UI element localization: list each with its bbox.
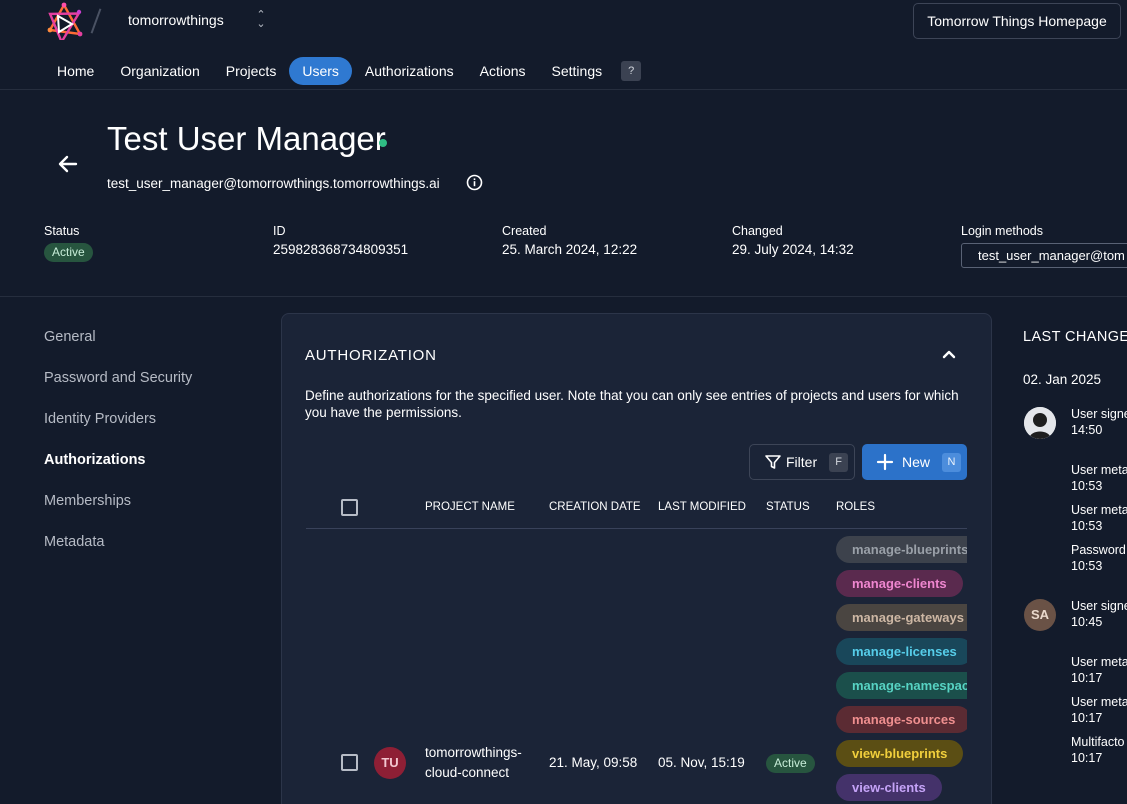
filter-button[interactable]: Filter F [749,444,855,480]
sidebar-item-general[interactable]: General [44,329,96,345]
login-method-chip[interactable]: test_user_manager@tom [961,243,1127,268]
new-button-label: New [902,454,931,470]
id-value: 259828368734809351 [273,242,409,257]
last-changes-date: 02. Jan 2025 [1023,372,1102,387]
tab-home[interactable]: Home [45,57,107,85]
role-chip: manage-sources [836,706,967,733]
column-header-project-name[interactable]: PROJECT NAME [425,501,515,513]
breadcrumb-divider [90,8,102,34]
change-event-text: User metad [1071,463,1127,477]
org-name[interactable]: tomorrowthings [128,12,224,28]
changed-value: 29. July 2024, 14:32 [732,242,854,257]
new-authorization-button[interactable]: New N [862,444,967,480]
last-changes-title: LAST CHANGES [1023,329,1127,345]
tab-actions[interactable]: Actions [467,57,539,85]
homepage-button[interactable]: Tomorrow Things Homepage [913,3,1121,39]
sidebar-item-identity-providers[interactable]: Identity Providers [44,411,156,427]
change-event-text: User signed [1071,407,1127,421]
project-name-line1[interactable]: tomorrowthings- [425,745,522,760]
role-chip: manage-licenses [836,638,967,665]
created-value: 25. March 2024, 12:22 [502,242,638,257]
roles-list: manage-blueprints manage-clients manage-… [836,520,967,804]
page-title: Test User Manager [107,120,386,157]
user-email: test_user_manager@tomorrowthings.tomorro… [107,176,440,191]
change-event-time: 10:45 [1071,615,1103,629]
header-divider [0,296,1127,297]
project-name-line2[interactable]: cloud-connect [425,765,509,780]
filter-shortcut-key: F [829,452,849,472]
role-chip: manage-namespaces [836,672,967,699]
avatar: SA [1024,599,1056,631]
zitadel-logo-icon[interactable] [44,2,84,40]
main-nav: Home Organization Projects Users Authori… [45,57,642,85]
user-photo-icon [1024,407,1056,439]
role-chip: manage-gateways [836,604,967,631]
column-header-roles[interactable]: ROLES [836,501,875,513]
change-event-text: User metad [1071,695,1127,709]
row-checkbox[interactable] [341,754,358,771]
sidebar-item-password-security[interactable]: Password and Security [44,370,192,386]
sidebar-item-memberships[interactable]: Memberships [44,493,131,509]
change-event-time: 14:50 [1071,423,1103,437]
card-title: AUTHORIZATION [305,347,437,364]
row-status-badge: Active [766,754,815,773]
change-event-time: 10:53 [1071,519,1103,533]
role-chip: manage-blueprints [836,536,967,563]
change-event-text: User metad [1071,503,1127,517]
change-event-text: User signed [1071,599,1127,613]
changed-label: Changed [732,224,783,238]
change-event-text: User metad [1071,655,1127,669]
chevron-up-icon[interactable] [941,346,957,362]
plus-icon [876,453,894,471]
sidebar-item-authorizations[interactable]: Authorizations [44,452,146,468]
filter-button-label: Filter [786,454,818,470]
role-chip: view-clients [836,774,942,801]
role-chip: view-blueprints [836,740,964,767]
project-avatar: TU [374,747,406,779]
select-all-checkbox[interactable] [341,499,358,516]
change-event-text: Password [1071,543,1126,557]
last-modified-cell: 05. Nov, 15:19 [658,755,745,770]
nav-divider [0,89,1127,90]
change-event-time: 10:53 [1071,559,1103,573]
column-header-creation-date[interactable]: CREATION DATE [549,501,641,513]
back-arrow-icon[interactable] [57,153,79,175]
new-shortcut-key: N [942,452,962,472]
change-event-time: 10:17 [1071,751,1103,765]
help-button[interactable]: ? [621,61,642,81]
login-methods-label: Login methods [961,224,1044,238]
online-status-dot [379,139,387,147]
tab-organization[interactable]: Organization [107,57,212,85]
change-event-time: 10:17 [1071,671,1103,685]
tab-authorizations[interactable]: Authorizations [352,57,467,85]
change-event-time: 10:53 [1071,479,1103,493]
column-header-last-modified[interactable]: LAST MODIFIED [658,501,746,513]
tab-users[interactable]: Users [289,57,352,85]
id-label: ID [273,224,286,238]
info-icon[interactable] [466,174,483,191]
filter-icon [765,455,781,469]
role-chip: manage-clients [836,570,963,597]
column-header-status[interactable]: STATUS [766,501,810,513]
tab-projects[interactable]: Projects [213,57,290,85]
org-switcher-chevron-icon[interactable]: ⌃ ⌄ [254,10,268,31]
status-badge: Active [44,243,93,262]
tab-settings[interactable]: Settings [539,57,616,85]
card-description: Define authorizations for the specified … [305,388,959,420]
sidebar-item-metadata[interactable]: Metadata [44,534,104,550]
change-event-text: Multifacto [1071,735,1125,749]
avatar [1024,407,1056,439]
creation-date-cell: 21. May, 09:58 [549,755,638,770]
created-label: Created [502,224,547,238]
status-label: Status [44,224,80,238]
change-event-time: 10:17 [1071,711,1103,725]
